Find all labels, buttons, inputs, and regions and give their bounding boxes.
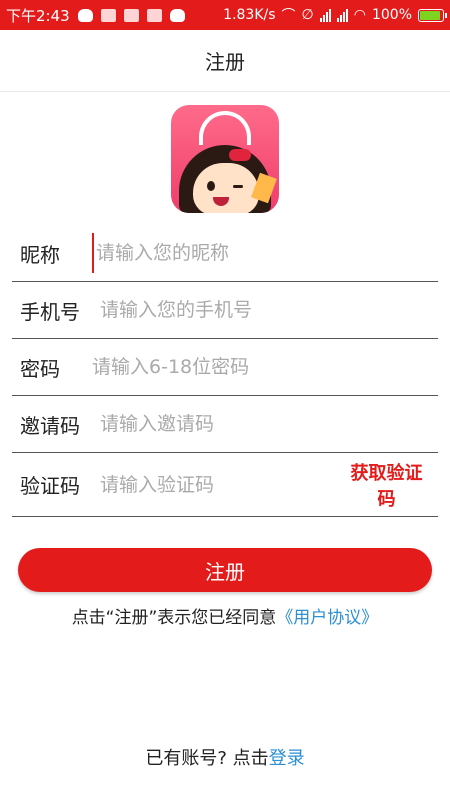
status-time: 下午2:43 — [6, 6, 70, 25]
nickname-label: 昵称 — [20, 242, 60, 267]
status-bar: 下午2:43 1.83K/s ⌒ ∅ ◠ 100% — [0, 0, 450, 30]
wifi-icon: ◠ — [353, 7, 366, 23]
agreement-text: 点击“注册”表示您已经同意《用户协议》 — [0, 603, 450, 628]
nickname-input[interactable] — [92, 233, 438, 273]
headphone-icon: ⌒ — [281, 8, 296, 24]
code-row: 验证码 获取验证码 — [12, 453, 438, 517]
header: 注册 — [0, 30, 450, 92]
code-label: 验证码 — [20, 474, 80, 498]
user-agreement-link[interactable]: 《用户协议》 — [276, 608, 378, 628]
agreement-prefix: 点击“注册”表示您已经同意 — [71, 608, 277, 628]
bag-handle — [199, 111, 251, 145]
notification-icon — [146, 8, 162, 22]
login-link[interactable]: 登录 — [269, 748, 305, 769]
cloud-icon — [77, 8, 93, 22]
register-form: 昵称 手机号 密码 邀请码 验证码 获取验证码 — [12, 225, 438, 517]
battery-text: 100% — [371, 7, 412, 23]
status-left: 下午2:43 — [6, 5, 185, 26]
login-prefix: 已有账号? 点击 — [145, 748, 269, 769]
battery-fill — [420, 10, 440, 20]
net-speed: 1.83K/s — [223, 7, 276, 23]
password-label: 密码 — [20, 356, 60, 381]
signal-icon — [336, 8, 348, 22]
mute-icon: ∅ — [301, 7, 314, 23]
logo-wink-eye — [233, 185, 243, 188]
phone-row: 手机号 — [12, 282, 438, 339]
signal-icon — [319, 8, 331, 22]
logo-bow — [229, 149, 251, 161]
logo-face — [193, 163, 259, 213]
password-input[interactable] — [92, 347, 438, 387]
login-prompt: 已有账号? 点击登录 — [0, 744, 450, 770]
cloud-icon — [169, 8, 185, 22]
battery-charging-icon — [418, 8, 447, 22]
page-title: 注册 — [205, 50, 245, 74]
invite-label: 邀请码 — [20, 413, 80, 438]
notification-icon — [100, 8, 116, 22]
logo-eye — [207, 181, 215, 191]
invite-row: 邀请码 — [12, 396, 438, 453]
app-logo — [171, 105, 279, 213]
nickname-row: 昵称 — [12, 225, 438, 282]
invite-input[interactable] — [100, 404, 438, 444]
code-input[interactable] — [100, 464, 343, 505]
status-right: 1.83K/s ⌒ ∅ ◠ 100% — [223, 5, 447, 25]
notification-icon — [123, 8, 139, 22]
phone-label: 手机号 — [20, 299, 80, 324]
register-button[interactable]: 注册 — [18, 548, 432, 592]
password-row: 密码 — [12, 339, 438, 396]
get-code-button[interactable]: 获取验证码 — [343, 459, 438, 511]
phone-input[interactable] — [100, 290, 438, 330]
